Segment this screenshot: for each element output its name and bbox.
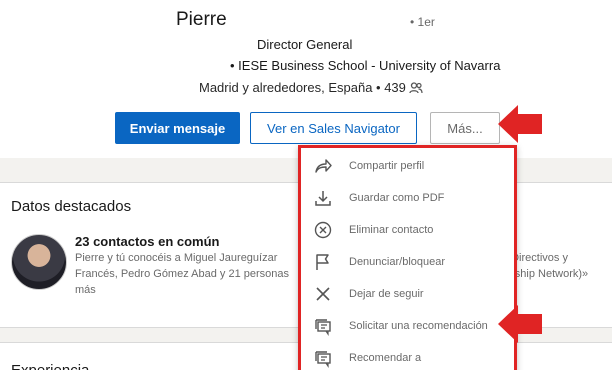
menu-item-label: Dejar de seguir — [349, 288, 424, 300]
sales-navigator-button[interactable]: Ver en Sales Navigator — [250, 112, 417, 144]
profile-name: Pierre — [176, 9, 227, 30]
mutual-contacts-link[interactable]: 23 contactos en común — [75, 234, 219, 249]
menu-item-label: Solicitar una recomendación — [349, 320, 488, 332]
recommend-icon — [315, 351, 331, 368]
connection-degree: • 1er — [410, 15, 435, 29]
group-snippet[interactable]: «Directivos y ership Network)» — [505, 250, 612, 282]
close-icon — [316, 287, 330, 301]
send-message-button[interactable]: Enviar mensaje — [115, 112, 240, 144]
menu-item-label: Recomendar a — [349, 352, 422, 364]
people-icon[interactable] — [409, 81, 423, 94]
more-button[interactable]: Más... — [430, 112, 500, 144]
menu-item-save-pdf[interactable]: Guardar como PDF — [313, 186, 513, 210]
remove-circle-icon — [314, 221, 332, 239]
group-snippet-line1: «Directivos y — [505, 252, 568, 264]
menu-item-label: Guardar como PDF — [349, 192, 445, 204]
profile-headline: Director General — [257, 37, 353, 52]
menu-item-share-profile[interactable]: Compartir perfil — [313, 154, 513, 178]
highlights-title: Datos destacados — [11, 198, 132, 215]
menu-item-label: Eliminar contacto — [349, 224, 434, 236]
menu-item-recommend[interactable]: Recomendar a — [313, 346, 513, 370]
menu-item-request-recommendation[interactable]: Solicitar una recomendación — [313, 314, 513, 338]
share-icon — [315, 159, 332, 173]
download-icon — [315, 191, 331, 206]
annotation-arrow-icon — [498, 305, 542, 343]
flag-icon — [316, 254, 329, 270]
menu-item-label: Denunciar/bloquear — [349, 256, 446, 268]
profile-school[interactable]: • IESE Business School - University of N… — [230, 58, 500, 73]
more-dropdown-menu: Compartir perfil Guardar como PDF Elimin… — [298, 145, 517, 370]
menu-item-report-block[interactable]: Denunciar/bloquear — [313, 250, 513, 274]
mutual-contacts-description: Pierre y tú conocéis a Miguel Jaureguíza… — [75, 252, 290, 296]
annotation-arrow-icon — [498, 105, 542, 143]
experience-title: Experiencia — [11, 362, 89, 370]
profile-location: Madrid y alrededores, España • 439 — [199, 80, 423, 95]
menu-item-label: Compartir perfil — [349, 160, 425, 172]
group-snippet-line2: ership Network)» — [505, 268, 589, 280]
menu-item-unfollow[interactable]: Dejar de seguir — [313, 282, 513, 306]
location-text: Madrid y alrededores, España • 439 — [199, 80, 406, 95]
recommendation-icon — [315, 319, 331, 336]
avatar[interactable] — [11, 234, 67, 290]
menu-item-remove-contact[interactable]: Eliminar contacto — [313, 218, 513, 242]
